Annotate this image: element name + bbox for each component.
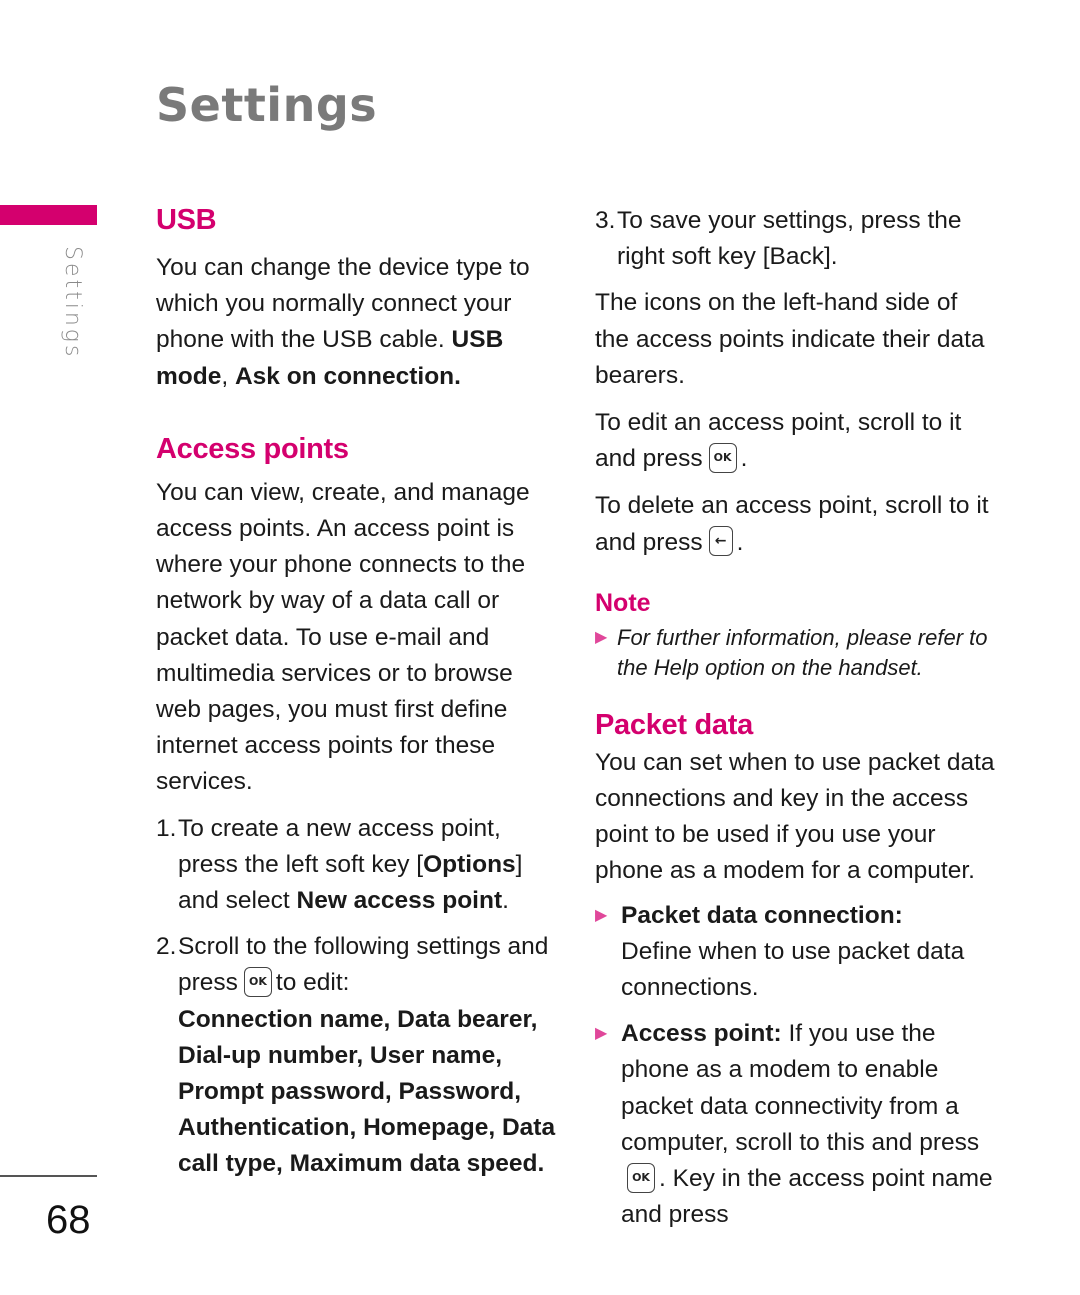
ask-on-connection-term: Ask on connection. <box>234 362 461 390</box>
bullet-description-b: . Key in the access point name and press <box>621 1165 993 1229</box>
packet-data-intro: You can set when to use packet data conn… <box>595 748 995 885</box>
step-2-text-b: to edit: <box>275 969 350 997</box>
step-text: To create a new access point, press the … <box>178 811 556 920</box>
step-1-text-c: . <box>502 887 509 915</box>
edit-paragraph: To edit an access point, scroll to it an… <box>595 409 962 473</box>
footer-divider <box>0 1175 97 1177</box>
usb-text-sep: , <box>221 362 235 390</box>
icons-paragraph: The icons on the left-hand side of the a… <box>595 289 985 389</box>
bullet-description: Define when to use packet data connectio… <box>621 937 965 1002</box>
triangle-bullet-icon: ▶ <box>595 906 608 924</box>
usb-paragraph: You can change the device type to which … <box>156 250 556 395</box>
left-column: USB You can change the device type to wh… <box>156 200 556 1183</box>
bullet-access-point: ▶ Access point: If you use the phone as … <box>595 1016 995 1233</box>
edit-text: To edit an access point, scroll to it an… <box>595 409 962 473</box>
usb-heading: USB <box>156 204 217 236</box>
ok-key-icon: OK <box>708 442 737 473</box>
step-number: 3. <box>595 207 616 234</box>
step-2-text-a: Scroll to the following settings and pre… <box>178 933 549 997</box>
back-key-icon: ← <box>708 526 733 557</box>
packet-data-heading: Packet data <box>595 708 753 741</box>
access-points-heading: Access points <box>156 432 349 465</box>
note-body: ▶ For further information, please refer … <box>595 623 995 683</box>
access-points-intro: You can view, create, and manage access … <box>156 478 530 796</box>
step-number: 2. <box>156 933 177 961</box>
step-text: Scroll to the following settings and pre… <box>178 929 556 1182</box>
triangle-bullet-icon: ▶ <box>595 628 608 646</box>
new-access-point-term: New access point <box>296 887 503 915</box>
note-heading: Note <box>595 588 651 617</box>
note-text: For further information, please refer to… <box>617 624 988 680</box>
step-3: 3. To save your settings, press the righ… <box>595 203 995 275</box>
access-point-term: Access point: <box>621 1020 782 1048</box>
delete-paragraph: To delete an access point, scroll to it … <box>595 492 989 557</box>
options-term: Options <box>423 850 516 878</box>
ok-key-icon: OK <box>627 1162 655 1193</box>
triangle-bullet-icon: ▶ <box>595 1025 608 1043</box>
step-text: To save your settings, press the right s… <box>617 207 962 271</box>
page-title: Settings <box>156 78 378 132</box>
right-column: 3. To save your settings, press the righ… <box>595 203 995 1233</box>
delete-text: To delete an access point, scroll to it … <box>595 492 989 556</box>
bullet-text: Packet data connection: Define when to us… <box>621 898 995 1007</box>
section-tab-marker <box>0 205 97 225</box>
step-2: 2. Scroll to the following settings and … <box>156 929 556 1182</box>
page-number: 68 <box>46 1198 91 1242</box>
step-number: 1. <box>156 814 177 842</box>
ok-key-icon: OK <box>243 966 272 997</box>
bullet-packet-data-connection: ▶ Packet data connection: Define when to … <box>595 898 995 1007</box>
side-section-label: Settings <box>60 246 85 360</box>
step-1: 1. To create a new access point, press t… <box>156 811 556 920</box>
packet-data-connection-term: Packet data connection: <box>621 901 903 929</box>
settings-list-term: Connection name, Data bearer, Dial-up nu… <box>178 1005 556 1178</box>
bullet-text: Access point: If you use the phone as a … <box>621 1016 995 1233</box>
